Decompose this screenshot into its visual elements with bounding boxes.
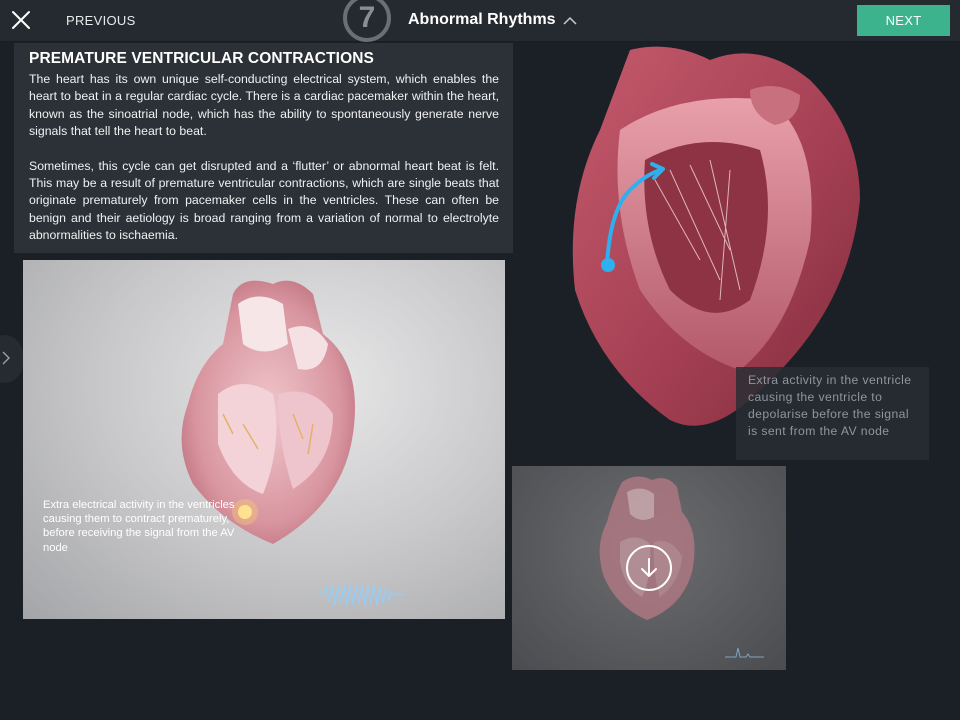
close-icon — [12, 11, 30, 29]
ecg-wave-icon — [317, 583, 405, 607]
article-paragraph-1: The heart has its own unique self-conduc… — [29, 72, 499, 139]
article-paragraph-2: Sometimes, this cycle can get disrupted … — [29, 158, 499, 243]
video-caption: Extra electrical activity in the ventric… — [43, 499, 235, 554]
page-title: Abnormal Rhythms — [408, 11, 556, 28]
arrow-down-icon — [641, 558, 657, 577]
article-heading: PREMATURE VENTRICULAR CONTRACTIONS — [29, 50, 374, 67]
annotation-label: Extra activity in the ventricle causing … — [736, 367, 929, 460]
chevron-right-icon — [2, 351, 10, 365]
download-button[interactable] — [626, 545, 672, 591]
article-panel: PREMATURE VENTRICULAR CONTRACTIONS The h… — [14, 43, 513, 253]
previous-button[interactable]: PREVIOUS — [66, 13, 136, 28]
close-button[interactable] — [10, 9, 32, 31]
top-toolbar: PREVIOUS 7 Abnormal Rhythms NEXT — [0, 0, 960, 42]
side-drawer-handle[interactable] — [0, 335, 24, 383]
main-video-player[interactable]: Extra electrical activity in the ventric… — [23, 260, 505, 619]
chevron-up-icon — [563, 16, 577, 25]
step-number-badge: 7 — [343, 0, 391, 42]
chapter-menu-toggle[interactable] — [562, 14, 578, 26]
ecg-line-icon — [725, 647, 764, 658]
next-button[interactable]: NEXT — [857, 5, 950, 36]
secondary-video-player[interactable] — [512, 466, 786, 670]
